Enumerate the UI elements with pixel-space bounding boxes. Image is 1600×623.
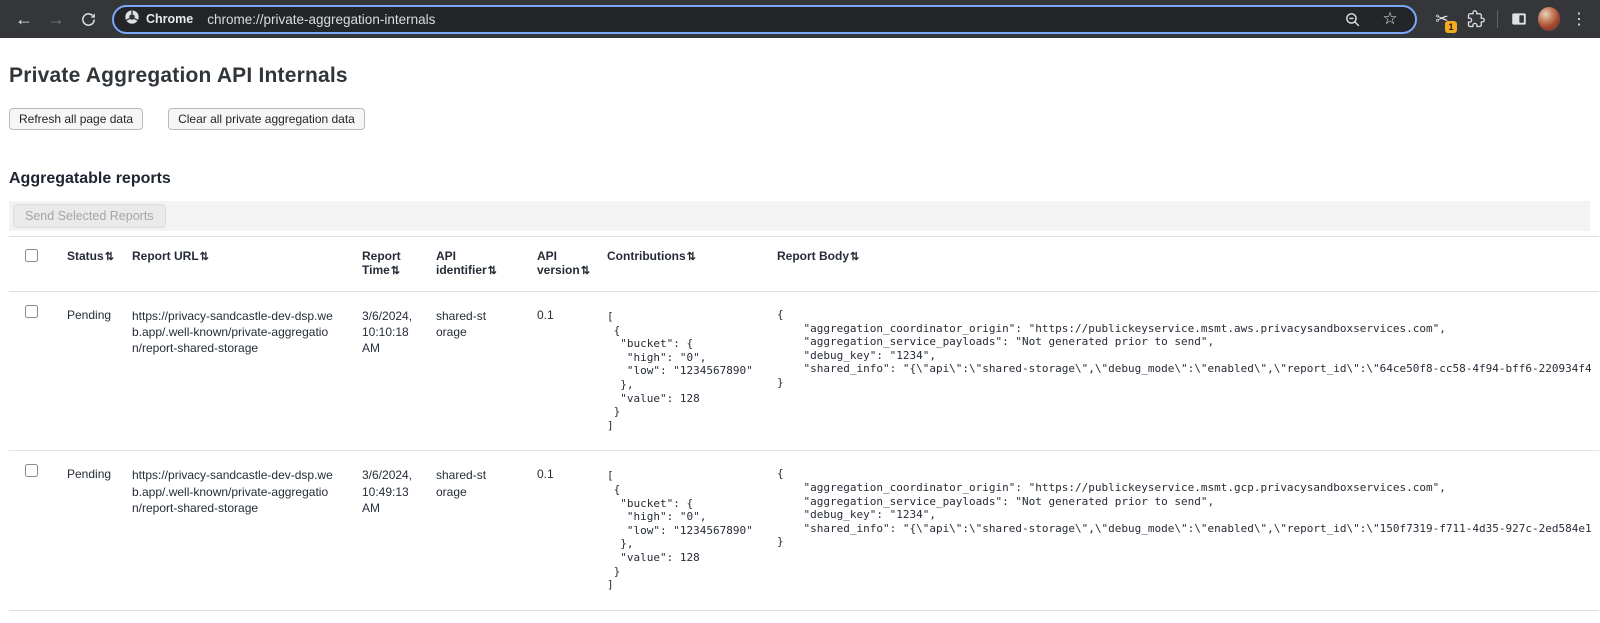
status-cell: Pending (57, 451, 122, 610)
header-report-body[interactable]: Report Body⇅ (767, 237, 1599, 292)
api-identifier-cell: shared-storage (426, 292, 527, 451)
profile-avatar[interactable] (1538, 8, 1560, 30)
side-panel-icon[interactable] (1508, 8, 1530, 30)
report-time-cell: 3/6/2024, 10:10:18 AM (352, 292, 426, 451)
url-text[interactable]: chrome://private-aggregation-internals (207, 12, 1341, 27)
header-report-url[interactable]: Report URL⇅ (122, 237, 352, 292)
sort-icon: ⇅ (850, 251, 859, 263)
header-api-version[interactable]: API version⇅ (527, 237, 597, 292)
table-row: Pending https://privacy-sandcastle-dev-d… (9, 292, 1599, 451)
sort-icon: ⇅ (105, 251, 114, 263)
contributions-cell: [ { "bucket": { "high": "0", "low": "123… (597, 292, 767, 451)
chrome-logo-icon (124, 9, 140, 30)
table-header-row: Status⇅ Report URL⇅ Report Time⇅ API ide… (9, 237, 1599, 292)
sort-icon: ⇅ (488, 265, 497, 277)
header-api-identifier[interactable]: API identifier⇅ (426, 237, 527, 292)
url-bar[interactable]: Chrome chrome://private-aggregation-inte… (112, 5, 1417, 34)
bookmark-star-icon[interactable]: ☆ (1379, 8, 1401, 30)
report-url-cell: https://privacy-sandcastle-dev-dsp.web.a… (122, 292, 352, 451)
reports-toolbar: Send Selected Reports (9, 201, 1590, 231)
sort-icon: ⇅ (581, 265, 590, 277)
sort-icon: ⇅ (200, 251, 209, 263)
scissors-extension-icon[interactable]: ✂ 1 (1431, 8, 1453, 30)
sort-icon: ⇅ (687, 251, 696, 263)
reports-table: Status⇅ Report URL⇅ Report Time⇅ API ide… (9, 237, 1599, 610)
browser-toolbar: ← → Chrome chrome://private-aggregation-… (0, 0, 1600, 38)
report-body-cell: { "aggregation_coordinator_origin": "htt… (767, 292, 1599, 451)
clear-all-button[interactable]: Clear all private aggregation data (168, 108, 365, 130)
refresh-icon[interactable] (74, 5, 102, 33)
extension-badge: 1 (1445, 21, 1457, 33)
browser-menu-icon[interactable]: ⋮ (1568, 8, 1590, 30)
report-body-cell: { "aggregation_coordinator_origin": "htt… (767, 451, 1599, 610)
header-status[interactable]: Status⇅ (57, 237, 122, 292)
table-row: Pending https://privacy-sandcastle-dev-d… (9, 451, 1599, 610)
api-identifier-cell: shared-storage (426, 451, 527, 610)
sort-icon: ⇅ (391, 265, 400, 277)
reports-table-wrap: Status⇅ Report URL⇅ Report Time⇅ API ide… (9, 236, 1599, 611)
report-time-cell: 3/6/2024, 10:49:13 AM (352, 451, 426, 610)
avatar-image (1538, 7, 1560, 31)
site-chip[interactable]: Chrome (124, 9, 207, 30)
extensions-puzzle-icon[interactable] (1465, 8, 1487, 30)
aggregatable-reports-heading: Aggregatable reports (9, 170, 1600, 188)
status-cell: Pending (57, 292, 122, 451)
api-version-cell: 0.1 (527, 451, 597, 610)
zoom-icon[interactable] (1341, 8, 1363, 30)
header-contributions[interactable]: Contributions⇅ (597, 237, 767, 292)
page-title: Private Aggregation API Internals (9, 64, 1600, 88)
row-checkbox[interactable] (25, 464, 38, 477)
report-url-cell: https://privacy-sandcastle-dev-dsp.web.a… (122, 451, 352, 610)
row-checkbox[interactable] (25, 305, 38, 318)
contributions-cell: [ { "bucket": { "high": "0", "low": "123… (597, 451, 767, 610)
select-all-checkbox[interactable] (25, 249, 38, 262)
page-content: Private Aggregation API Internals Refres… (0, 38, 1600, 611)
send-selected-reports-button[interactable]: Send Selected Reports (13, 204, 166, 228)
api-version-cell: 0.1 (527, 292, 597, 451)
toolbar-divider (1497, 10, 1498, 28)
forward-icon[interactable]: → (42, 5, 70, 33)
header-report-time[interactable]: Report Time⇅ (352, 237, 426, 292)
back-icon[interactable]: ← (10, 5, 38, 33)
site-chip-label: Chrome (146, 12, 193, 26)
refresh-all-button[interactable]: Refresh all page data (9, 108, 143, 130)
